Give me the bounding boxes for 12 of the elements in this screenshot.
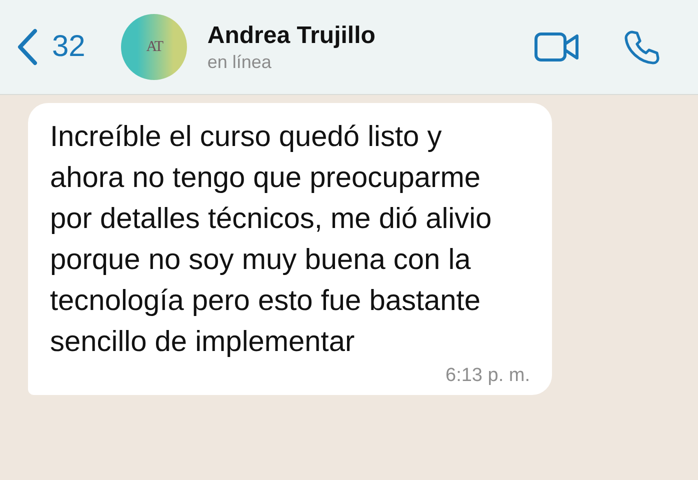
- message-text: Increíble el curso quedó listo y ahora no tengo que preocuparme por detalles técnicos, me dió alivio porque no soy muy buena con la tecnología pero esto fue bastante sencillo de implementar: [50, 120, 493, 360]
- unread-count: 32: [52, 30, 86, 64]
- phone-call-button[interactable]: [624, 29, 660, 65]
- back-chevron-icon: [16, 28, 38, 66]
- video-call-button[interactable]: [534, 32, 580, 62]
- contact-avatar[interactable]: AT: [121, 14, 188, 80]
- contact-name[interactable]: Andrea Trujillo: [207, 22, 534, 50]
- back-button[interactable]: 32: [16, 28, 86, 66]
- video-camera-icon: [534, 32, 580, 62]
- message-time: 6:13 p. m.: [446, 365, 530, 387]
- phone-icon: [624, 29, 660, 65]
- contact-status: en línea: [207, 52, 272, 72]
